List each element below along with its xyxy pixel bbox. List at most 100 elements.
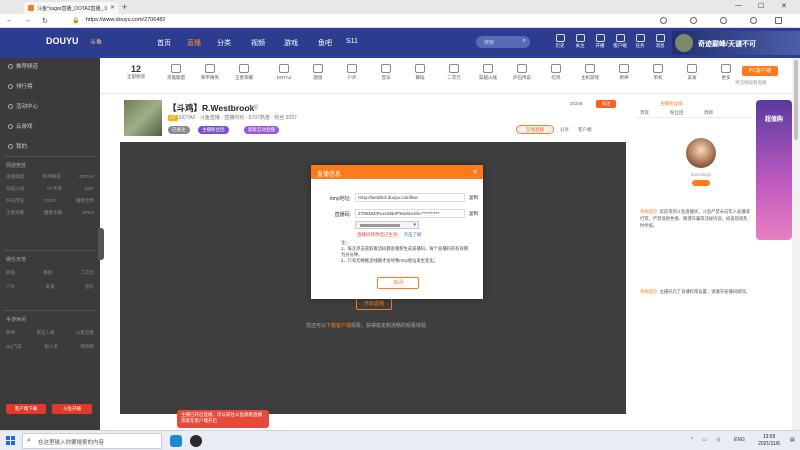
sidebar-row[interactable]: 颜值 舞蹈 二次元 — [6, 270, 94, 276]
sidebar-section-title[interactable]: 娱乐天地 — [6, 256, 26, 263]
sidebar-item-events[interactable]: 活动中心 — [8, 102, 38, 110]
tab-fan-club[interactable]: 粉丝团 — [670, 110, 684, 116]
category-item[interactable]: 美食 — [678, 64, 706, 81]
header-banner[interactable]: 奇迹巅峰/天谴不可 — [672, 31, 800, 55]
system-clock[interactable]: 13:59 2021/11/6 — [752, 434, 786, 448]
category-item[interactable]: 户外 — [338, 64, 366, 81]
minimize-button[interactable]: — — [735, 2, 742, 9]
message-button[interactable]: 消息 — [652, 34, 668, 49]
notification-toast[interactable]: 主播已开启直播，可以前往斗鱼观看直播或者在客户端开启 — [177, 410, 269, 428]
rtmp-field[interactable]: rtmp://sendtc3.douyu.com/live — [355, 193, 465, 202]
nav-home[interactable]: 首页 — [157, 38, 171, 48]
sidebar-collapse-handle[interactable] — [98, 228, 104, 260]
sidebar-row[interactable]: 炉石传说 CSGO 魔兽世界 — [6, 198, 94, 204]
sidebar-row[interactable]: 王者荣耀 魔兽争霸 APEX — [6, 210, 94, 216]
taskbar-search-input[interactable]: ⌕ 在这里输入你要搜索的内容 — [22, 433, 162, 449]
category-item[interactable]: 二次元 — [440, 64, 468, 81]
sidebar-row[interactable]: 英雄联盟 和平精英 DOTA2 — [6, 174, 94, 180]
category-item[interactable]: 英雄联盟 — [162, 64, 190, 81]
nav-games[interactable]: 游戏 — [284, 38, 298, 48]
sidebar-item-recommend[interactable]: 推荐频道 — [8, 62, 38, 70]
client-button[interactable]: 客户端 — [612, 34, 628, 49]
nav-live[interactable]: 直播 — [187, 38, 201, 48]
sidebar-row[interactable]: 原神 第五人格 火影忍者 — [6, 330, 94, 336]
nav-category[interactable]: 分类 — [217, 38, 231, 48]
network-icon[interactable]: ▭ — [702, 437, 707, 443]
tab-vip[interactable]: 贵宾 — [640, 110, 649, 116]
page-scrollbar[interactable] — [792, 58, 800, 430]
copy-rtmp-button[interactable]: 复制 — [469, 195, 478, 201]
task-button[interactable]: 任务 — [632, 34, 648, 49]
back-icon[interactable]: ← — [6, 17, 13, 24]
sidebar-item-mine[interactable]: 我的 — [8, 142, 27, 150]
new-tab-button[interactable]: + — [122, 2, 127, 12]
category-more[interactable]: 更多 — [712, 64, 740, 81]
history-button[interactable]: 历史 — [552, 34, 568, 49]
room-thumbnail[interactable] — [124, 100, 162, 136]
language-indicator[interactable]: ENG — [734, 437, 745, 443]
tab-week-rank[interactable]: 周榜 — [704, 110, 713, 116]
line-select[interactable]: ▾ — [355, 221, 419, 229]
sidebar-section-title[interactable]: 手游休闲 — [6, 316, 26, 323]
category-item[interactable]: 原神 — [610, 64, 638, 81]
pc-client-button[interactable]: PC客户端 — [742, 66, 778, 76]
obs-app-icon[interactable] — [190, 435, 202, 447]
start-live-button[interactable]: 开播 — [592, 34, 608, 49]
volume-icon[interactable]: ◁ — [716, 437, 720, 443]
tab-fan-rank[interactable]: 主播粉丝榜 — [660, 101, 683, 107]
sidebar-item-cloud-game[interactable]: 云游戏 — [8, 122, 33, 130]
category-item[interactable]: 穿越火线 — [474, 64, 502, 81]
tray-up-icon[interactable]: ⌃ — [690, 437, 694, 443]
nav-video[interactable]: 视频 — [251, 38, 265, 48]
nav-s11[interactable]: S11 — [346, 38, 358, 45]
follow-button[interactable]: 关注 — [596, 100, 616, 108]
notification-icon[interactable]: ▤ — [790, 437, 795, 443]
refresh-icon[interactable]: ↻ — [42, 17, 48, 25]
category-item[interactable]: 音乐 — [372, 64, 400, 81]
report-link[interactable]: 举报 — [248, 104, 258, 111]
scrollbar-thumb[interactable] — [794, 60, 798, 140]
side-ad-banner[interactable]: 超值购 — [756, 100, 792, 240]
fan-club-pill[interactable]: 主播粉丝团 — [198, 126, 229, 134]
search-icon[interactable]: ⌕ — [523, 38, 526, 45]
start-live-player-button[interactable]: 开启直播 — [356, 298, 392, 310]
client-watch-button[interactable]: 客户端 — [578, 127, 592, 133]
browser-tab[interactable]: 斗鱼*sugar直播_DOTA2直播_斗鱼 ✕ — [24, 2, 118, 14]
maximize-button[interactable]: ☐ — [758, 2, 764, 10]
share-button[interactable]: 分享 — [560, 127, 569, 133]
followed-pill[interactable]: 已关注 — [168, 126, 190, 134]
url-field[interactable]: https://www.douyu.com/2706482 — [86, 17, 166, 23]
download-client-link[interactable]: 下载客户端 — [326, 323, 351, 329]
collections-icon[interactable] — [720, 17, 727, 24]
category-item[interactable]: 吃鸡 — [542, 64, 570, 81]
dialog-close-icon[interactable]: ✕ — [472, 168, 478, 176]
menu-icon[interactable] — [775, 17, 782, 24]
category-item[interactable]: 舞蹈 — [406, 64, 434, 81]
streamer-avatar[interactable] — [686, 138, 716, 168]
follow-list-button[interactable]: 关注 — [572, 34, 588, 49]
category-item[interactable]: 王者荣耀 — [230, 64, 258, 81]
category-all[interactable]: 12 全部频道 — [122, 64, 150, 80]
edge-browser-icon[interactable] — [170, 435, 182, 447]
sidebar-row[interactable]: 户外 美食 音乐 — [6, 284, 94, 290]
learn-more-link[interactable]: 点击了解 — [404, 232, 422, 237]
dialog-close-button[interactable]: 关闭 — [377, 277, 419, 289]
category-item[interactable]: 和平精英 — [196, 64, 224, 81]
nav-yuba[interactable]: 鱼吧 — [318, 38, 332, 48]
sidebar-row[interactable]: QQ飞车 狼人杀 阴阳师 — [6, 344, 94, 350]
forward-icon[interactable]: → — [24, 17, 31, 24]
stream-key-field[interactable]: 2706482rPuxUxBnPYexSecret=********** — [355, 209, 465, 218]
category-item[interactable]: 颜值 — [304, 64, 332, 81]
close-window-button[interactable]: ✕ — [781, 2, 787, 10]
live-tag[interactable]: 在线直播 — [516, 125, 554, 134]
sidebar-row[interactable]: 穿越火线 CF手游 DNF — [6, 186, 94, 192]
douyu-logo[interactable]: DOUYU — [46, 36, 79, 46]
profile-icon[interactable] — [750, 17, 757, 24]
category-item[interactable]: 炉石传说 — [508, 64, 536, 81]
sidebar-item-rank[interactable]: 排行榜 — [8, 82, 33, 90]
category-item[interactable]: 主机游戏 — [576, 64, 604, 81]
category-item[interactable]: DOTA2 — [270, 64, 298, 80]
interaction-pill[interactable]: 超级互动直播 — [244, 126, 279, 134]
search-input[interactable]: 搜索 ⌕ — [476, 36, 530, 48]
favorites-icon[interactable] — [690, 17, 697, 24]
